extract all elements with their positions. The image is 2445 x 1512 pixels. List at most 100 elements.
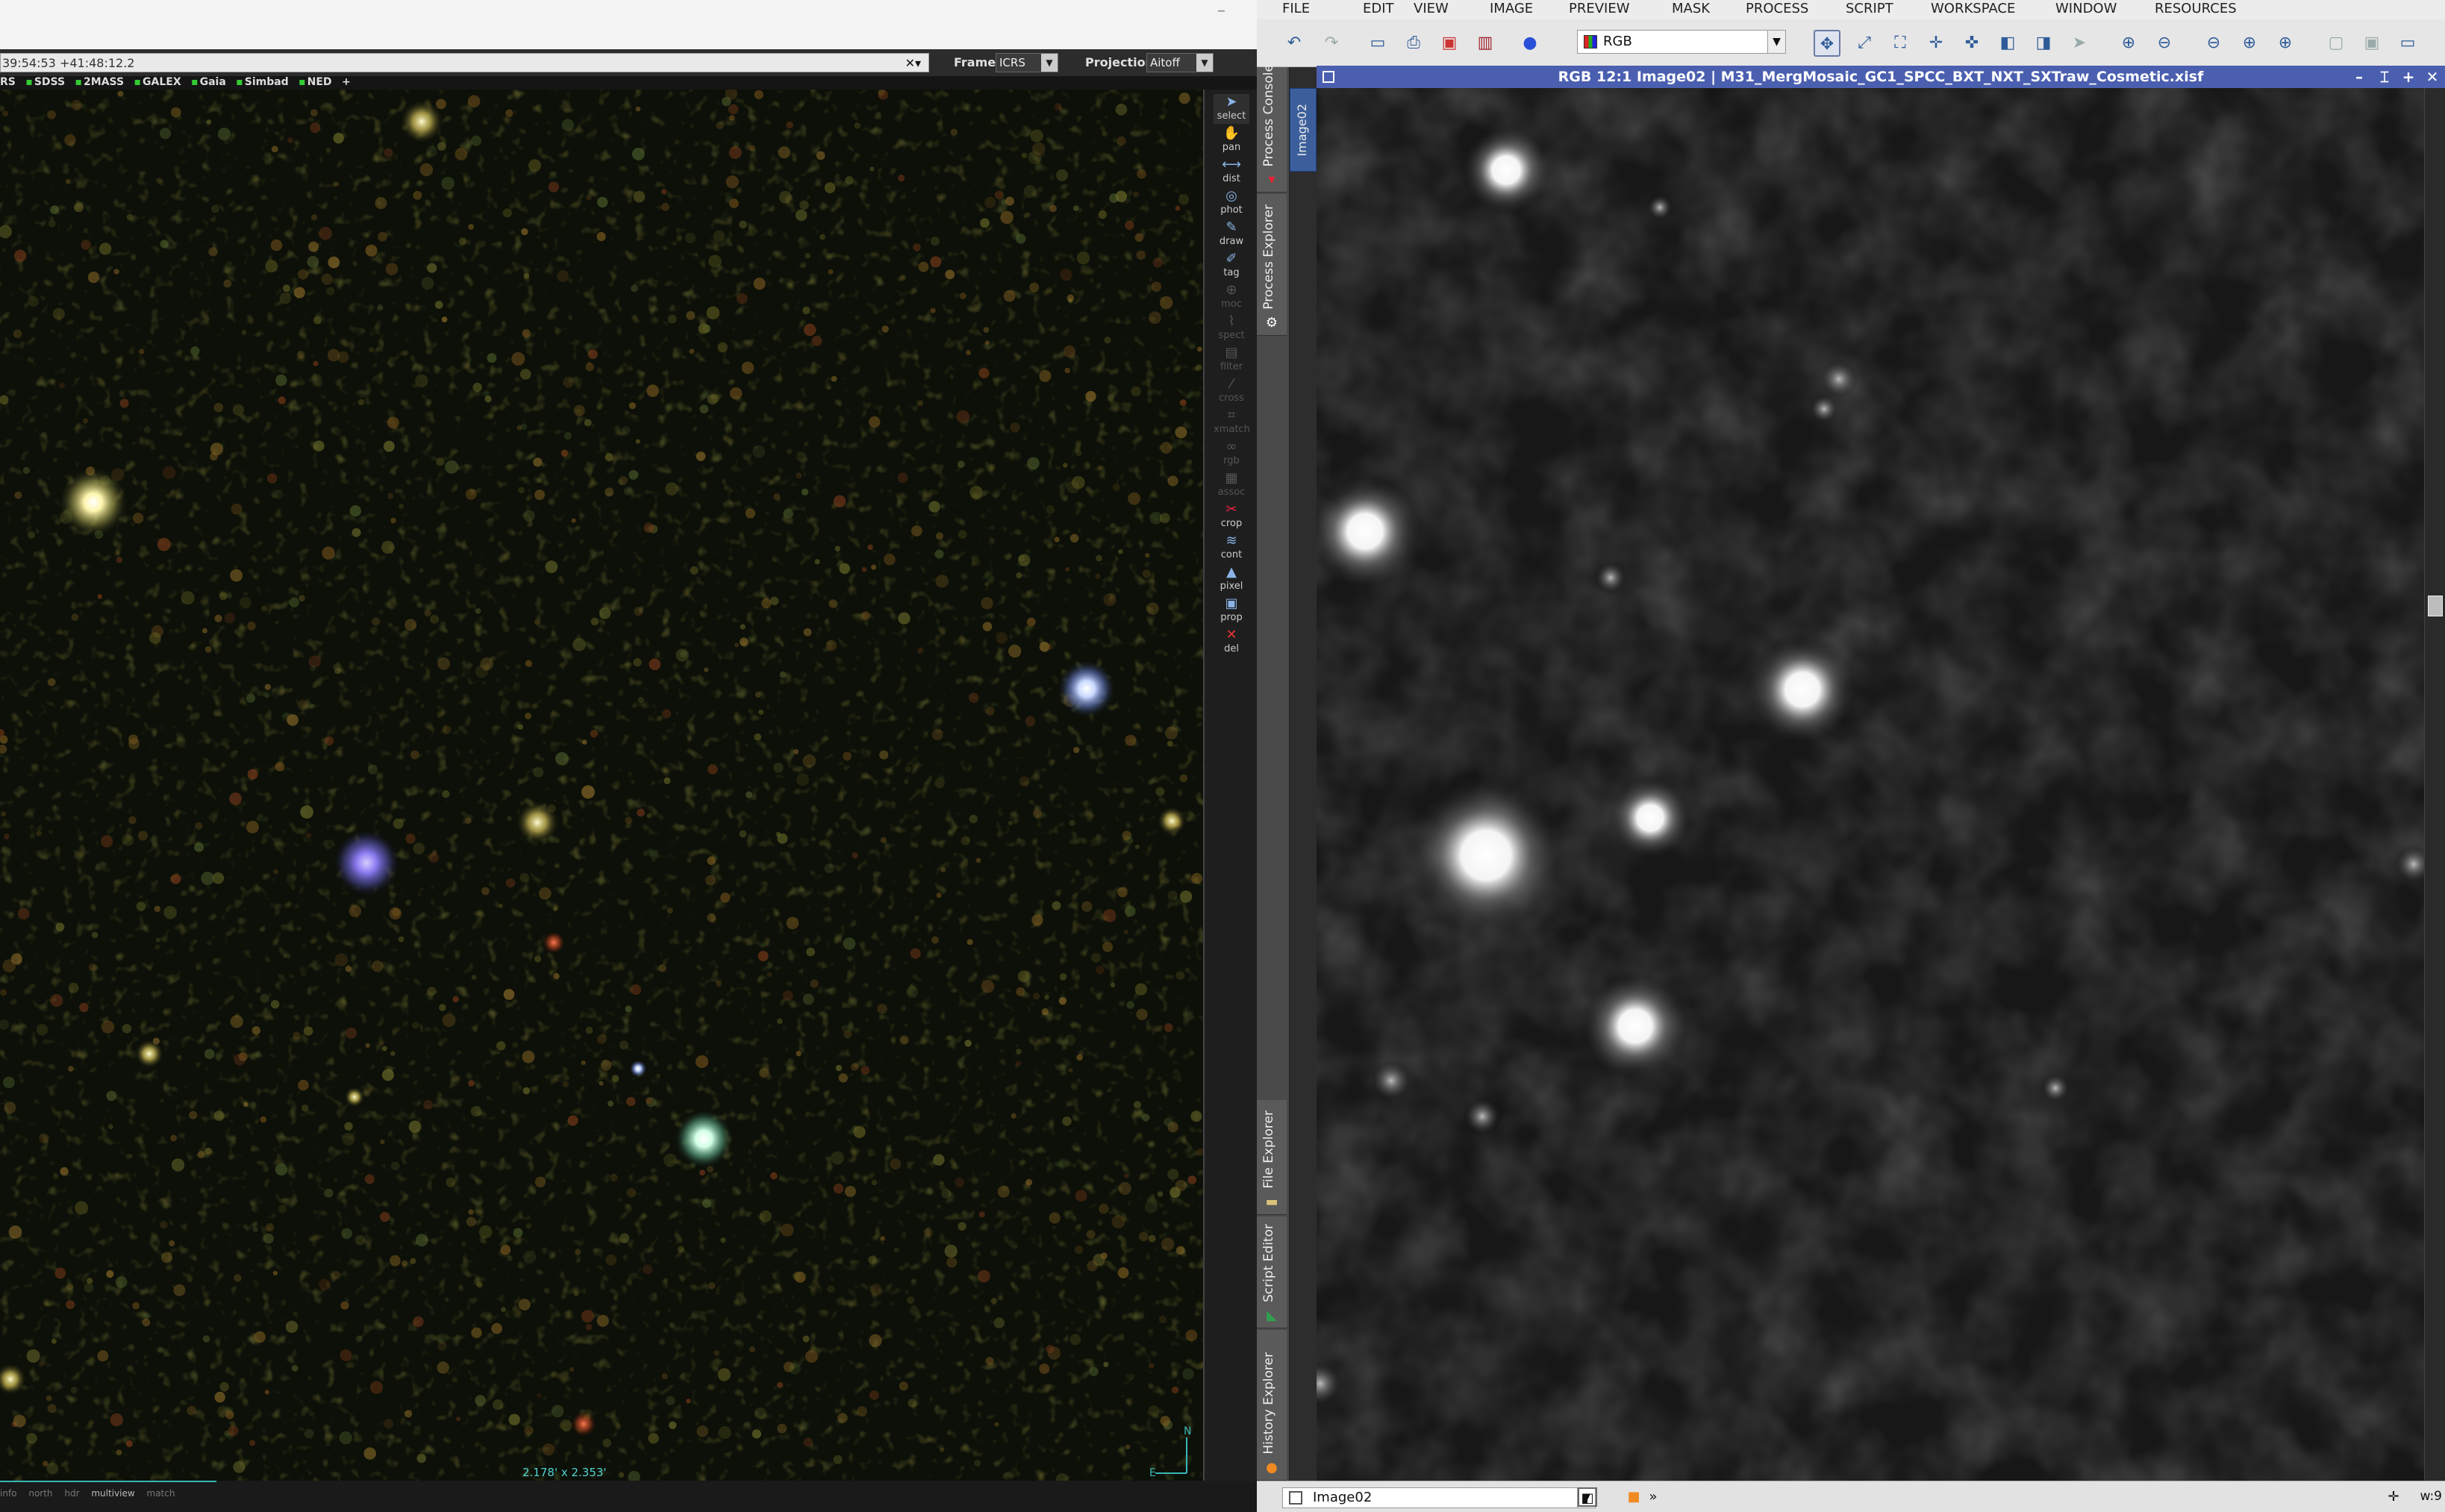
projection-select[interactable]: Aitoff ▼ xyxy=(1146,53,1214,72)
color-manage-icon[interactable]: ▣ xyxy=(1436,30,1463,57)
survey-rs[interactable]: RS xyxy=(0,76,16,88)
background-star xyxy=(649,658,661,670)
stf-icon[interactable]: ■ xyxy=(1624,1487,1643,1507)
survey-sdss[interactable]: ▪ SDSS xyxy=(25,76,65,88)
background-star xyxy=(365,1043,370,1049)
survey-galex[interactable]: ▪ GALEX xyxy=(134,76,181,88)
view-options-icon[interactable]: ◧ xyxy=(1578,1487,1597,1507)
background-star xyxy=(372,960,384,972)
survey-gaia[interactable]: ▪ Gaia xyxy=(191,76,226,88)
menu-preview[interactable]: PREVIEW xyxy=(1569,1,1630,16)
zoom-1-1-icon[interactable]: ⊖ xyxy=(2200,30,2227,57)
fit-view-icon[interactable]: ⤢ xyxy=(1851,30,1878,57)
background-star xyxy=(324,1188,334,1198)
vertical-scrollbar[interactable] xyxy=(2424,88,2445,1481)
background-star xyxy=(298,699,308,710)
north-toggle[interactable]: north xyxy=(28,1488,52,1499)
background-star xyxy=(505,878,516,888)
channel-select[interactable]: RGB ▼ xyxy=(1577,30,1786,54)
tab-process-explorer[interactable]: Process Explorer ⚙ xyxy=(1257,194,1287,336)
tab-history-explorer[interactable]: History Explorer ● xyxy=(1257,1330,1287,1481)
tool-draw[interactable]: ✎ draw xyxy=(1214,219,1249,249)
menu-workspace[interactable]: WORKSPACE xyxy=(1931,1,2015,16)
print-icon[interactable]: ⎙ xyxy=(1400,30,1427,57)
tool-crop[interactable]: ✂ crop xyxy=(1214,502,1249,531)
tool-pan[interactable]: ✋ pan xyxy=(1214,125,1249,155)
menu-mask[interactable]: MASK xyxy=(1672,1,1710,16)
image-canvas[interactable] xyxy=(1317,88,2445,1481)
tool-prop[interactable]: ▣ prop xyxy=(1214,596,1249,625)
tool-pixel[interactable]: ▲ pixel xyxy=(1214,564,1249,594)
more-icon[interactable]: » xyxy=(1643,1487,1663,1507)
scrollbar-thumb[interactable] xyxy=(2428,596,2443,616)
redo-icon[interactable]: ↷ xyxy=(1318,30,1345,57)
menu-script[interactable]: SCRIPT xyxy=(1846,1,1893,16)
location-input[interactable]: 39:54:53 +41:48:12.2 ✕▾ xyxy=(0,53,929,72)
menu-edit[interactable]: EDIT xyxy=(1363,1,1394,16)
multiview-toggle[interactable]: multiview xyxy=(91,1488,134,1499)
tab-process-console[interactable]: Process Console ▾ xyxy=(1257,64,1287,193)
crosshair-icon[interactable]: ✛ xyxy=(2384,1487,2403,1507)
background-star xyxy=(597,196,608,208)
sky-view[interactable] xyxy=(0,90,1203,1481)
close-button[interactable]: ✕ xyxy=(2421,66,2444,88)
move-icon[interactable]: ✛ xyxy=(1923,30,1949,57)
blend-icon[interactable]: ● xyxy=(1517,30,1543,57)
frame-select[interactable]: ICRS ▼ xyxy=(996,53,1058,72)
tool-del[interactable]: ✕ del xyxy=(1214,627,1249,657)
image-window-tab[interactable]: Image02 xyxy=(1290,88,1317,172)
hdr-toggle[interactable]: hdr xyxy=(64,1488,79,1499)
undo-icon[interactable]: ↶ xyxy=(1281,30,1308,57)
maximize-button[interactable]: + xyxy=(2397,66,2420,88)
tool-select[interactable]: ➤ select xyxy=(1214,94,1249,124)
survey-2mass[interactable]: ▪ 2MASS xyxy=(75,76,125,88)
background-star xyxy=(1025,716,1036,726)
menu-view[interactable]: VIEW xyxy=(1414,1,1449,16)
menu-resources[interactable]: RESOURCES xyxy=(2155,1,2237,16)
image-window-titlebar[interactable]: RGB 12:1 Image02 | M31_MergMosaic_GC1_SP… xyxy=(1317,66,2445,88)
tool-phot[interactable]: ◎ phot xyxy=(1214,188,1249,218)
tool-dist[interactable]: ⟷ dist xyxy=(1214,157,1249,187)
background-star xyxy=(1032,809,1042,818)
menu-image[interactable]: IMAGE xyxy=(1490,1,1533,16)
window-layout-icon[interactable]: ▭ xyxy=(2394,30,2421,57)
clear-location-icon[interactable]: ✕▾ xyxy=(905,54,921,73)
view-selector[interactable]: Image02 ▼ xyxy=(1282,1487,1596,1508)
pan-tool-icon[interactable]: ✥ xyxy=(1814,30,1840,57)
zoom-max-icon[interactable]: ⊕ xyxy=(2272,30,2299,57)
background-star xyxy=(961,836,971,846)
window-title: RGB 12:1 Image02 | M31_MergMosaic_GC1_SP… xyxy=(1558,69,2204,85)
tab-file-explorer[interactable]: File Explorer ▬ xyxy=(1257,1100,1287,1215)
readout-icon[interactable]: ➤ xyxy=(2066,30,2093,57)
info-toggle[interactable]: info xyxy=(0,1488,17,1499)
zoom-fit-icon[interactable]: ⊕ xyxy=(2236,30,2263,57)
cascade-windows-icon[interactable]: ▣ xyxy=(2358,30,2385,57)
menu-window[interactable]: WINDOW xyxy=(2055,1,2117,16)
location-bar: 39:54:53 +41:48:12.2 ✕▾ Frame ICRS ▼ Pro… xyxy=(0,49,1257,76)
tool-tag[interactable]: ✐ tag xyxy=(1214,251,1249,281)
background-star xyxy=(441,177,455,190)
edit-preview-icon[interactable]: ◧ xyxy=(1994,30,2021,57)
new-preview-icon[interactable]: ◨ xyxy=(2030,30,2057,57)
background-star xyxy=(275,761,285,772)
background-star xyxy=(291,1365,299,1372)
match-toggle[interactable]: match xyxy=(147,1488,175,1499)
survey-ned[interactable]: ▪ NED xyxy=(299,76,331,88)
menu-file[interactable]: FILE xyxy=(1282,1,1310,16)
zoom-in-icon[interactable]: ⊕ xyxy=(2115,30,2142,57)
center-icon[interactable]: ✜ xyxy=(1958,30,1985,57)
shade-button[interactable]: – xyxy=(2348,66,2370,88)
zoom-out-icon[interactable]: ⊖ xyxy=(2151,30,2178,57)
menu-process[interactable]: PROCESS xyxy=(1746,1,1808,16)
screen-transfer-icon[interactable]: ▭ xyxy=(1364,30,1391,57)
zoom-to-fit-icon[interactable]: ⛶ xyxy=(1887,30,1914,57)
tab-script-editor[interactable]: Script Editor ◣ xyxy=(1257,1216,1287,1328)
survey-simbad[interactable]: ▪ Simbad xyxy=(236,76,288,88)
tile-windows-icon[interactable]: ▢ xyxy=(2323,30,2349,57)
iconize-button[interactable]: ⌶ xyxy=(2373,66,2396,88)
proof-icon[interactable]: ▥ xyxy=(1472,30,1499,57)
minimize-button[interactable]: – xyxy=(1217,1,1225,20)
tool-cont[interactable]: ≋ cont xyxy=(1214,533,1249,563)
add-survey-button[interactable]: + xyxy=(342,76,351,88)
background-star xyxy=(561,119,574,131)
